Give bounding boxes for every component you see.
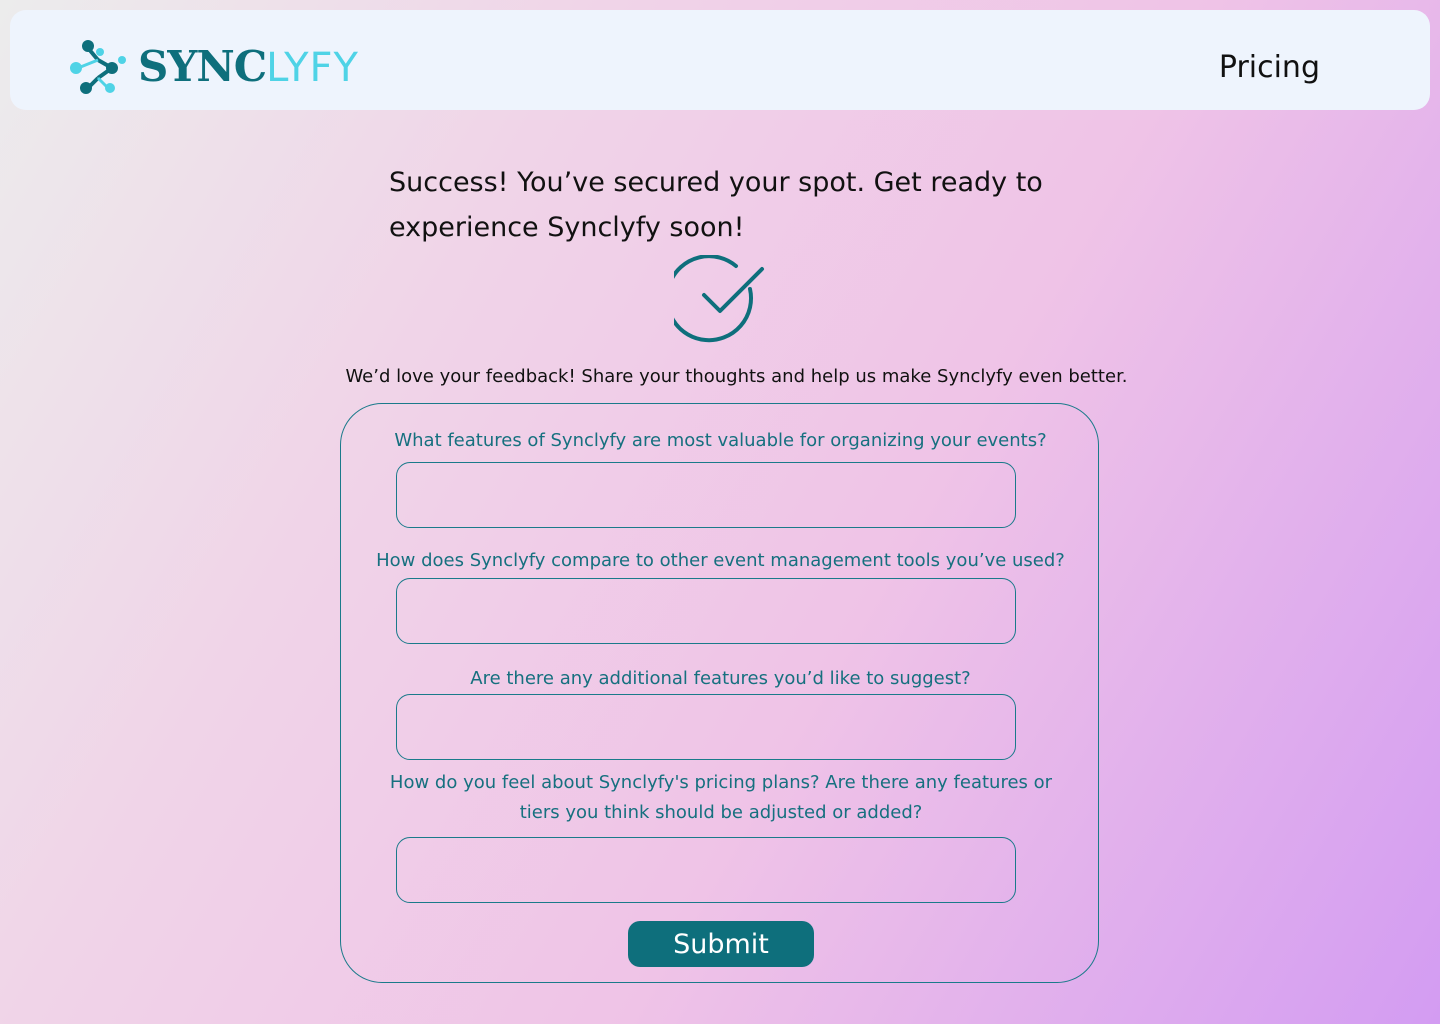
question-3-input[interactable] (396, 694, 1016, 760)
question-4-input[interactable] (396, 837, 1016, 903)
logo-text-accent: LYFY (266, 45, 359, 91)
question-3-label: Are there any additional features you’d … (470, 668, 971, 689)
success-message: Success! You’ve secured your spot. Get r… (389, 167, 1043, 243)
molecule-nodes-icon (70, 40, 126, 94)
question-2-label: How does Synclyfy compare to other event… (376, 550, 1065, 571)
check-circle-icon (674, 255, 764, 343)
submit-button[interactable]: Submit (628, 921, 814, 967)
synclyfy-logo[interactable]: SYNCLYFY (68, 38, 388, 100)
logo-text-primary: SYNC (138, 42, 267, 91)
question-1-label: What features of Synclyfy are most valua… (394, 430, 1047, 451)
nav-pricing-link[interactable]: Pricing (1219, 50, 1320, 85)
question-4-label: How do you feel about Synclyfy's pricing… (389, 772, 1053, 823)
question-2-input[interactable] (396, 578, 1016, 644)
feedback-intro: We’d love your feedback! Share your thou… (345, 366, 1128, 387)
top-header: SYNCLYFY Pricing (10, 10, 1430, 110)
question-1-input[interactable] (396, 462, 1016, 528)
feedback-form: What features of Synclyfy are most valua… (340, 403, 1099, 983)
logo-wordmark: SYNCLYFY (138, 42, 359, 91)
